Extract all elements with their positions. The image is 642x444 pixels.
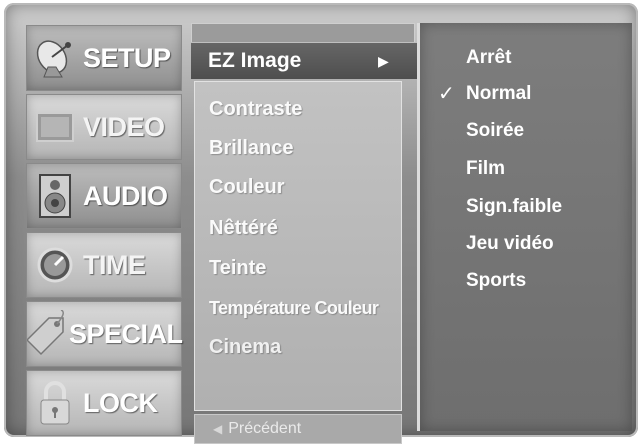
tab-label: SPECIAL <box>69 318 183 349</box>
osd-frame: SETUP VIDEO AUDIO TIME SPECIAL LOCK EZ I… <box>4 3 638 444</box>
check-icon: ✓ <box>438 83 455 105</box>
tab-label: SETUP <box>83 42 171 73</box>
clock-icon <box>27 233 83 297</box>
menu-item-couleur[interactable]: Couleur <box>209 176 285 199</box>
menu-item-nettete[interactable]: Nêttéré <box>209 217 278 240</box>
menu-list: Contraste Brillance Couleur Nêttéré Tein… <box>194 81 402 411</box>
satellite-dish-icon <box>27 26 83 90</box>
panel-header-bar <box>191 23 415 42</box>
speaker-icon <box>27 164 83 228</box>
option-jeu-video[interactable]: Jeu vidéo <box>466 233 554 255</box>
tab-audio[interactable]: AUDIO <box>26 163 182 229</box>
tab-video[interactable]: VIDEO <box>26 94 182 160</box>
menu-item-label: EZ Image <box>208 49 302 72</box>
tab-lock[interactable]: LOCK <box>26 370 182 436</box>
menu-item-temperature-couleur[interactable]: Température Couleur <box>209 298 379 319</box>
menu-tabs: SETUP VIDEO AUDIO TIME SPECIAL LOCK <box>26 25 183 439</box>
screen-icon <box>27 95 83 159</box>
tab-special[interactable]: SPECIAL <box>26 301 183 367</box>
option-film[interactable]: Film <box>466 158 505 180</box>
menu-item-contraste[interactable]: Contraste <box>209 98 302 121</box>
padlock-icon <box>27 371 83 435</box>
tab-label: VIDEO <box>83 111 165 142</box>
tab-label: TIME <box>83 249 146 280</box>
menu-item-cinema[interactable]: Cinema <box>209 336 281 359</box>
option-soiree[interactable]: Soirée <box>466 120 524 142</box>
tab-setup[interactable]: SETUP <box>26 25 182 91</box>
option-arret[interactable]: Arrêt <box>466 47 511 69</box>
back-button[interactable]: ◀ Précédent <box>194 414 402 444</box>
option-sports[interactable]: Sports <box>466 270 526 292</box>
menu-item-brillance[interactable]: Brillance <box>209 137 293 160</box>
tab-time[interactable]: TIME <box>26 232 182 298</box>
option-sign-faible[interactable]: Sign.faible <box>466 196 562 218</box>
tag-icon <box>27 302 69 366</box>
option-normal[interactable]: Normal <box>466 83 531 105</box>
tab-label: AUDIO <box>83 180 168 211</box>
submenu-panel: ✓ Arrêt Normal Soirée Film Sign.faible J… <box>417 23 632 431</box>
tab-label: LOCK <box>83 387 158 418</box>
arrow-left-icon: ◀ <box>213 422 223 436</box>
back-label: Précédent <box>228 420 302 437</box>
arrow-right-icon: ▶ <box>378 52 389 69</box>
menu-panel: EZ Image ▶ Contraste Brillance Couleur N… <box>191 23 417 444</box>
menu-item-teinte[interactable]: Teinte <box>209 257 266 280</box>
menu-item-ez-image[interactable]: EZ Image ▶ <box>191 43 417 79</box>
